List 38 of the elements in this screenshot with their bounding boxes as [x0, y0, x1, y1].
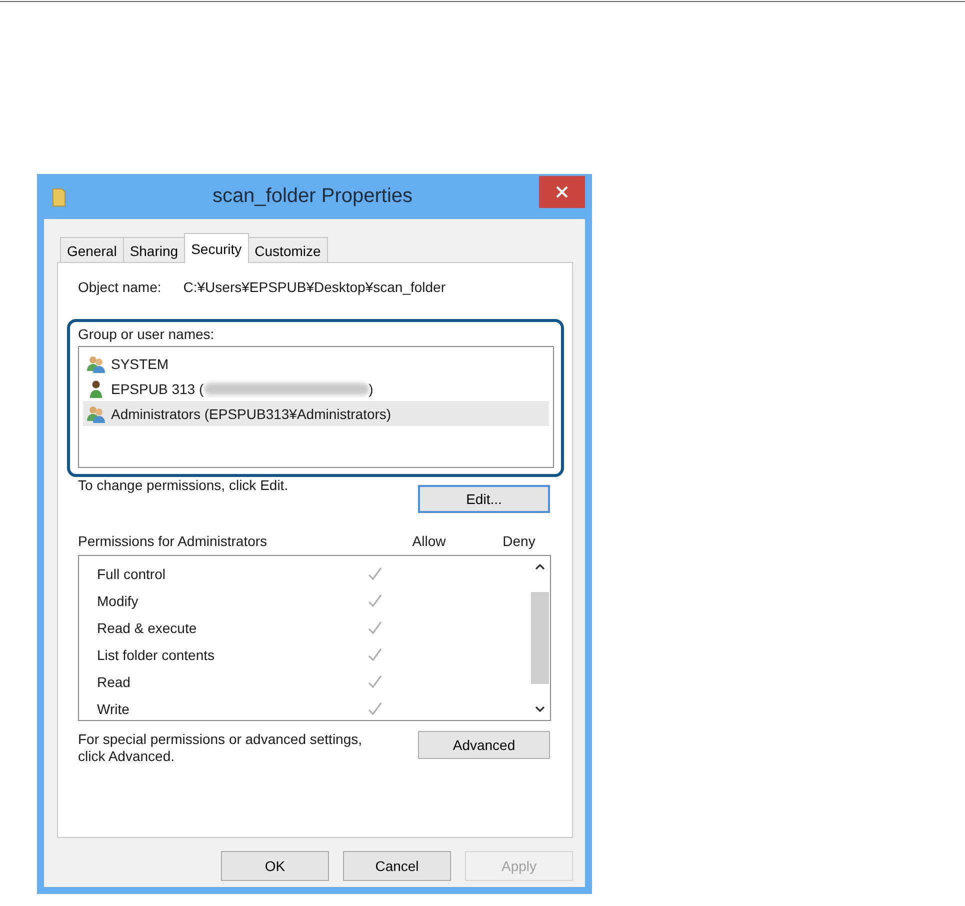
dialog-button[interactable]: OK: [221, 851, 329, 881]
edit-button[interactable]: Edit...: [418, 485, 550, 513]
user-list-item[interactable]: Administrators (EPSPUB313¥Administrators): [83, 401, 549, 426]
scroll-down-icon[interactable]: [534, 704, 546, 714]
tab[interactable]: Customize: [248, 237, 328, 263]
field-label: Object name:: [78, 279, 162, 297]
permission-name: List folder contents: [97, 646, 216, 662]
group-icon: [87, 354, 107, 372]
window-title: scan_folder Properties: [211, 185, 414, 208]
close-icon: [556, 186, 568, 198]
permission-name: Read & execute: [97, 620, 198, 636]
object-path: C:¥Users¥EPSPUB¥Desktop¥scan_folder: [183, 279, 446, 297]
permission-name: Read: [97, 674, 132, 690]
hint-text: For special permissions or advanced settings, click Advanced.: [78, 731, 364, 765]
column-header: Allow: [411, 533, 447, 551]
advanced-button[interactable]: Advanced: [418, 731, 550, 759]
user-list-item[interactable]: SYSTEM: [83, 351, 549, 376]
tab[interactable]: Sharing: [122, 237, 186, 263]
user-list[interactable]: SYSTEM EPSPUB 313 ( ) Administrators (EPSPUB313¥Administrators): [78, 346, 554, 468]
user-name: SYSTEM: [111, 356, 169, 372]
dialog-button[interactable]: Cancel: [343, 851, 451, 881]
scroll-up-icon[interactable]: [534, 562, 546, 572]
user-list-item[interactable]: EPSPUB 313 ( ): [83, 376, 549, 401]
permission-name: Write: [97, 700, 130, 716]
user-name: Administrators (EPSPUB313¥Administrators): [111, 406, 392, 422]
folder-icon: [52, 186, 66, 206]
list-label: Permissions for Administrators: [78, 533, 268, 551]
hint-text: To change permissions, click Edit.: [78, 477, 288, 495]
tab[interactable]: General: [60, 237, 124, 263]
tab[interactable]: Security: [184, 233, 249, 263]
list-label: Group or user names:: [78, 326, 216, 342]
close-button[interactable]: [539, 176, 585, 208]
group-icon: [87, 404, 107, 422]
user-name: EPSPUB 313 (: [111, 380, 204, 396]
user-name: ): [368, 380, 374, 396]
permission-name: Modify: [97, 592, 140, 608]
permission-name: Full control: [97, 566, 166, 582]
column-header: Deny: [502, 533, 536, 551]
